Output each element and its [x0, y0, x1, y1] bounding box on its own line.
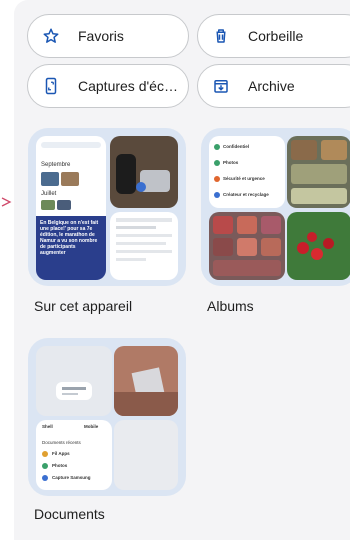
app-screenshot-thumbnail: [110, 212, 178, 280]
album-food-thumbnail: [209, 212, 285, 280]
on-device-tile[interactable]: Septembre Juillet En Belgique on n'est f…: [28, 128, 186, 286]
favorites-chip[interactable]: Favoris: [27, 14, 189, 58]
month-label-1: Septembre: [41, 162, 71, 168]
albums-label: Albums: [207, 298, 254, 314]
album-photo-grid-thumbnail: [287, 136, 350, 208]
doc-item-3: Capture Samsung: [52, 475, 91, 480]
trash-label: Corbeille: [248, 28, 304, 44]
star-outline-icon: [42, 27, 60, 45]
phone-screenshot-icon: [42, 77, 60, 95]
album-row-2: Photos: [223, 160, 239, 165]
on-device-label: Sur cet appareil: [34, 298, 133, 314]
archive-chip[interactable]: Archive: [197, 64, 350, 108]
files-screenshot-thumbnail: Shell Mobile Documents récents Fil Apps …: [36, 420, 112, 490]
documents-tile[interactable]: Shell Mobile Documents récents Fil Apps …: [28, 338, 186, 496]
table-photo-thumbnail: [114, 346, 178, 416]
trash-chip[interactable]: Corbeille: [197, 14, 350, 58]
screenshots-chip[interactable]: Captures d'éc…: [27, 64, 189, 108]
doc-item-2: Photos: [52, 463, 68, 468]
doc-label-3: Documents récents: [42, 440, 81, 445]
cherries-photo-thumbnail: [287, 212, 350, 280]
doc-label-1: Shell: [42, 424, 53, 429]
doc-label-2: Mobile: [84, 424, 99, 429]
trash-icon: [212, 27, 230, 45]
archive-label: Archive: [248, 78, 295, 94]
desk-photo-thumbnail: [110, 136, 178, 208]
doc-item-1: Fil Apps: [52, 451, 70, 456]
screenshots-label: Captures d'éc…: [78, 78, 178, 94]
albums-list-thumbnail: Confidentiel Photos Sécurité et urgence …: [209, 136, 285, 208]
album-row-4: Créateur et recyclage: [223, 192, 269, 197]
empty-thumbnail: [114, 420, 178, 490]
back-arrow-icon: [1, 197, 12, 207]
archive-icon: [212, 77, 230, 95]
month-label-2: Juillet: [41, 191, 57, 197]
album-row-3: Sécurité et urgence: [223, 176, 265, 181]
clock-widget-thumbnail: [36, 346, 112, 416]
favorites-label: Favoris: [78, 28, 124, 44]
news-headline: En Belgique on n'est fait une place!' po…: [40, 220, 99, 256]
albums-tile[interactable]: Confidentiel Photos Sécurité et urgence …: [201, 128, 350, 286]
gallery-screenshot-thumbnail: Septembre Juillet En Belgique on n'est f…: [36, 136, 106, 280]
album-row-1: Confidentiel: [223, 144, 249, 149]
documents-label: Documents: [34, 506, 105, 522]
collections-panel: Favoris Corbeille Captures d'éc… Archive…: [14, 0, 350, 540]
